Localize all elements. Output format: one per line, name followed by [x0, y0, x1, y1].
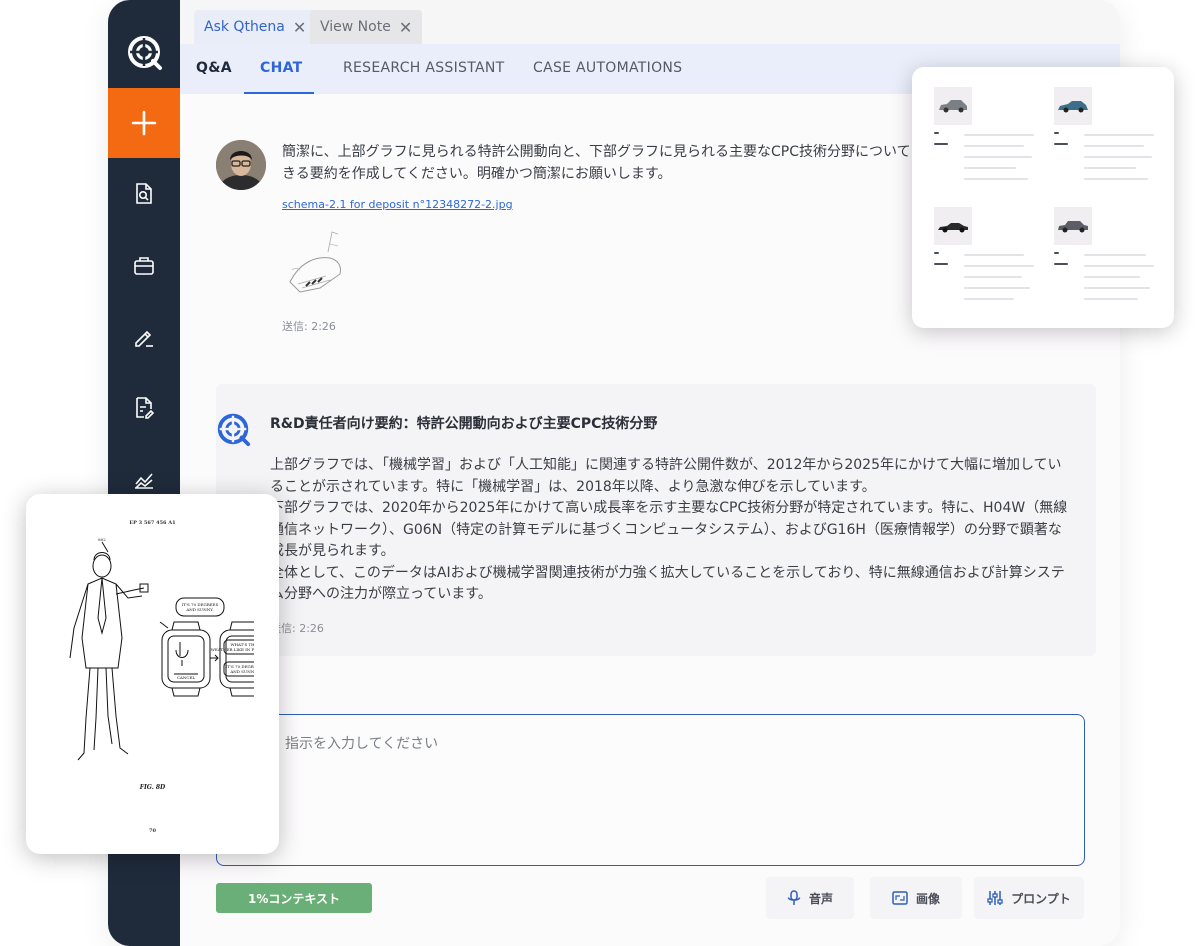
message-timestamp: 送信: 2:26	[282, 320, 336, 333]
document-edit-icon[interactable]	[130, 394, 158, 422]
tab-view-note[interactable]: View Note ✕	[310, 10, 423, 44]
context-usage-button[interactable]: 1%コンテキスト	[216, 883, 372, 913]
voice-button[interactable]: 音声	[766, 877, 854, 919]
document-search-icon[interactable]	[130, 180, 158, 208]
new-chat-button[interactable]	[108, 88, 180, 158]
voice-label: 音声	[808, 891, 833, 906]
vehicle-result-2[interactable]	[1044, 87, 1154, 187]
prompt-library-button[interactable]: プロンプト	[974, 877, 1084, 919]
tab-qa[interactable]: Q&A	[196, 60, 232, 76]
car-thumbnail	[934, 207, 972, 245]
car-thumbnail	[1054, 207, 1092, 245]
tab-label: Ask Qthena	[204, 19, 285, 35]
microphone-icon	[787, 890, 801, 905]
car-thumbnail	[934, 87, 972, 125]
answer-paragraph: 上部グラフでは、「機械学習」および「人工知能」に関連する特許公開件数が、2012…	[270, 457, 1062, 495]
patent-figure-drawing: IT'S 70 DEGREES AND SUNNY. WHAT'S THE WE…	[69, 538, 254, 761]
answer-title: R&D責任者向け要約：特許公開動向および主要CPC技術分野	[270, 416, 658, 432]
vehicle-results-card	[912, 67, 1174, 328]
patent-number: EP 3 567 456 A1	[129, 520, 176, 526]
figure-label: FIG. 8D	[139, 784, 166, 791]
vehicle-result-3[interactable]	[924, 207, 1034, 307]
briefcase-icon[interactable]	[130, 252, 158, 280]
prompt-input[interactable]	[217, 715, 1084, 865]
vehicle-result-1[interactable]	[924, 87, 1034, 187]
image-button[interactable]: 画像	[870, 877, 962, 919]
tab-chat[interactable]: CHAT	[260, 60, 303, 76]
tab-label: View Note	[320, 19, 391, 35]
sliders-icon	[987, 891, 1003, 905]
qthena-logo[interactable]	[122, 30, 166, 74]
cancel-text: CANCEL	[177, 675, 195, 680]
reference-number: 802	[98, 538, 106, 542]
pen-icon[interactable]	[130, 323, 158, 351]
tab-case-automations[interactable]: CASE AUTOMATIONS	[533, 60, 682, 76]
prompt-label: プロンプト	[1011, 891, 1071, 906]
answer-body: 上部グラフでは、「機械学習」および「人工知能」に関連する特許公開件数が、2012…	[270, 455, 1070, 606]
bubble-text: WEATHER LIKE IN PALO ALTO?	[211, 647, 254, 652]
tab-research-assistant[interactable]: RESEARCH ASSISTANT	[343, 60, 505, 76]
attachment-link[interactable]: schema-2.1 for deposit n°12348272-2.jpg	[282, 198, 513, 211]
page-number: 70	[149, 828, 156, 834]
car-thumbnail	[1054, 87, 1092, 125]
plus-icon	[131, 110, 157, 136]
answer-paragraph: 全体として、このデータはAIおよび機械学習関連技術が力強く拡大していることを示し…	[270, 564, 1065, 603]
close-icon[interactable]: ✕	[293, 18, 306, 37]
close-icon[interactable]: ✕	[399, 18, 412, 37]
active-tab-indicator	[244, 92, 314, 94]
answer-paragraph: 下部グラフでは、2020年から2025年にかけて高い成長率を示す主要なCPC技術…	[270, 500, 1068, 559]
attachment-thumbnail[interactable]	[280, 222, 348, 302]
user-message-text: 簡潔に、上部グラフに見られる特許公開動向と、下部グラフに見られる主要なCPC技術…	[282, 144, 930, 182]
tab-ask-qthena[interactable]: Ask Qthena ✕	[194, 10, 317, 44]
prompt-input-box	[216, 714, 1085, 866]
image-label: 画像	[915, 891, 940, 906]
vehicle-result-4[interactable]	[1044, 207, 1154, 307]
bubble-text: AND SUNNY.	[229, 669, 254, 674]
chart-icon[interactable]	[130, 466, 158, 494]
qthena-bot-icon	[214, 410, 252, 448]
user-avatar	[216, 140, 266, 190]
patent-drawing-card[interactable]: EP 3 567 456 A1 IT'S 70 DEGREES AND SUNN…	[26, 494, 279, 854]
bubble-text: AND SUNNY.	[185, 607, 213, 612]
image-icon	[892, 891, 908, 905]
document-tab-strip: Ask Qthena ✕ View Note ✕	[180, 0, 1120, 44]
